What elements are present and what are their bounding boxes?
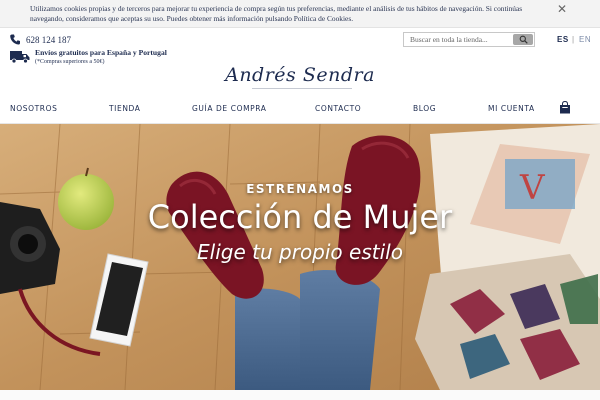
phone-contact[interactable]: 628 124 187 xyxy=(10,34,71,45)
truck-icon xyxy=(10,51,30,64)
language-separator: | xyxy=(572,35,575,44)
phone-icon xyxy=(10,34,20,45)
nav-item-blog[interactable]: BLOG xyxy=(413,104,436,113)
cookie-text: Utilizamos cookies propias y de terceros… xyxy=(30,4,523,23)
close-icon[interactable]: ✕ xyxy=(557,3,567,15)
search-icon xyxy=(519,35,528,44)
cookie-banner: Utilizamos cookies propias y de terceros… xyxy=(0,0,600,28)
nav-item-tienda[interactable]: TIENDA xyxy=(109,104,141,113)
hero-title: Colección de Mujer xyxy=(147,198,453,236)
phone-number: 628 124 187 xyxy=(26,34,71,45)
main-nav: NOSOTROS TIENDA GUÍA DE COMPRA CONTACTO … xyxy=(0,100,600,120)
hero-subtitle: Elige tu propio estilo xyxy=(197,240,403,264)
nav-item-nosotros[interactable]: NOSOTROS xyxy=(10,104,57,113)
hero-overline: ESTRENAMOS xyxy=(246,182,354,196)
page-bottom-strip xyxy=(0,390,600,400)
search-button[interactable] xyxy=(513,34,533,45)
search-input[interactable] xyxy=(404,33,512,46)
hero-banner[interactable]: V ESTRENAMOS Colección de Mujer Elige tu… xyxy=(0,124,600,390)
nav-item-contacto[interactable]: CONTACTO xyxy=(315,104,361,113)
site-header: 628 124 187 Envíos gratuitos para España… xyxy=(0,28,600,124)
search-box xyxy=(403,32,535,47)
language-en[interactable]: EN xyxy=(579,35,591,44)
shipping-sub-text: (*Compras superiores a 50€) xyxy=(35,59,105,65)
nav-item-guia-de-compra[interactable]: GUÍA DE COMPRA xyxy=(192,104,267,113)
shipping-main-text: Envíos gratuitos para España y Portugal xyxy=(35,48,167,57)
language-es[interactable]: ES xyxy=(557,35,569,44)
nav-item-mi-cuenta[interactable]: MI CUENTA xyxy=(488,104,535,113)
shipping-info: Envíos gratuitos para España y Portugal … xyxy=(10,48,167,66)
shopping-bag-icon[interactable] xyxy=(559,101,571,114)
logo-underline xyxy=(252,88,352,89)
